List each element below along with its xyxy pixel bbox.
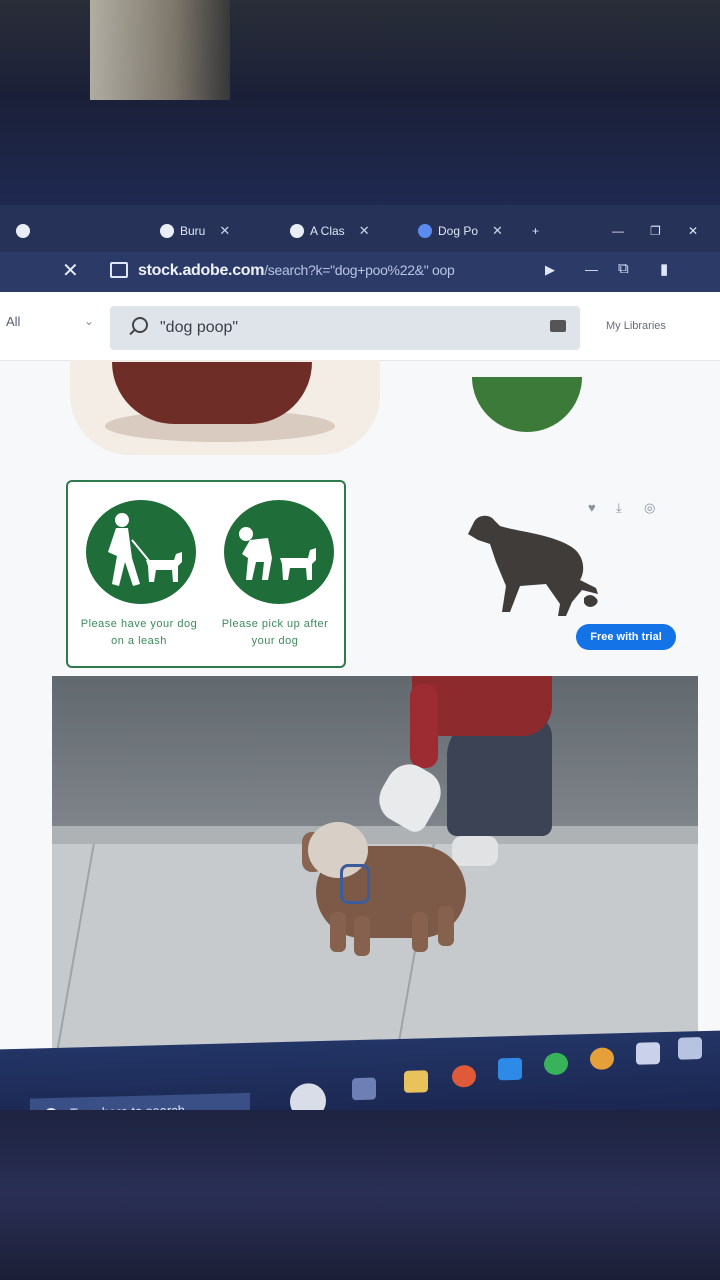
tab-label: A Clas [310, 224, 345, 238]
play-icon[interactable]: ▶ [545, 262, 555, 278]
chrome-icon[interactable] [452, 1064, 476, 1088]
walking-dog-icon [86, 500, 196, 604]
tab-label: Dog Po [438, 224, 479, 238]
result-photo-dog-walker[interactable] [52, 676, 698, 1080]
extensions-icon[interactable]: ▮ [660, 260, 668, 278]
minimize-icon: — [612, 224, 624, 238]
free-with-trial-button[interactable]: Free with trial [576, 624, 676, 650]
plus-icon: + [532, 224, 540, 238]
background-lamp [90, 0, 230, 100]
new-tab-button[interactable]: + [532, 219, 539, 243]
close-icon[interactable]: ✕ [359, 223, 370, 239]
photo-dog-leg [438, 906, 454, 946]
tab-a-clas[interactable]: A Clas ✕ [290, 219, 370, 243]
photo-road [52, 676, 698, 836]
window-close-button[interactable]: ✕ [688, 219, 698, 243]
photo-person-arm [410, 684, 438, 768]
url-host: stock.adobe.com [138, 262, 265, 279]
search-query: "dog poop" [160, 319, 239, 336]
result-image-shape [112, 362, 312, 424]
app-icon[interactable] [636, 1042, 660, 1065]
vscode-icon[interactable] [498, 1057, 522, 1081]
minimize-button[interactable]: — [612, 219, 624, 243]
url-path: /search?k="dog+poo%22&" oop [264, 262, 455, 278]
browser-icon[interactable] [590, 1047, 614, 1070]
tab-search-icon[interactable] [110, 262, 128, 278]
favorites-icon[interactable]: — [585, 262, 598, 277]
similar-icon[interactable]: ◎ [644, 501, 656, 514]
download-icon[interactable]: ⤓ [616, 501, 628, 514]
filter-dropdown[interactable]: All [6, 314, 20, 329]
result-sign-card[interactable]: Please have your dog on a leash Please p… [66, 480, 346, 668]
chevron-down-icon[interactable]: ⌄ [84, 314, 94, 328]
photo-dog-leg [354, 916, 370, 956]
heart-icon[interactable]: ♥ [588, 501, 600, 514]
browser-tabbar: Buru ✕ A Clas ✕ Dog Po ✕ + — ❐ ✕ [0, 205, 720, 255]
tab-label: Buru [180, 224, 206, 238]
background-desk [0, 1110, 720, 1280]
stock-search-page: All ⌄ "dog poop" My Libraries Please hav… [0, 292, 720, 1082]
result-image-partial-right[interactable] [472, 377, 582, 432]
photo-dog-leg [412, 912, 428, 952]
whatsapp-icon[interactable] [544, 1052, 568, 1076]
task-view-icon[interactable] [352, 1077, 376, 1101]
url-field[interactable]: stock.adobe.com/search?k="dog+poo%22&" o… [138, 262, 455, 280]
search-header: All ⌄ "dog poop" My Libraries [0, 292, 720, 361]
tab-favicon [290, 224, 304, 238]
maximize-button[interactable]: ❐ [650, 219, 661, 243]
browser-icon [16, 224, 30, 238]
close-icon: ✕ [688, 224, 699, 238]
app-icon[interactable] [678, 1037, 702, 1060]
tab-new[interactable] [16, 219, 30, 243]
tab-favicon [418, 224, 432, 238]
pick-up-dog-icon [224, 500, 334, 604]
card-actions: ♥ ⤓ ◎ [588, 501, 656, 514]
search-input[interactable]: "dog poop" [110, 306, 580, 350]
photo-dog-leg [330, 912, 346, 952]
file-explorer-icon[interactable] [404, 1070, 428, 1093]
my-libraries-menu[interactable]: My Libraries [606, 320, 666, 332]
camera-icon[interactable] [550, 320, 566, 332]
close-icon[interactable]: ✕ [492, 223, 503, 239]
photo-dog-harness [340, 864, 370, 904]
photo-shoe [452, 836, 498, 866]
tab-dog-poop[interactable]: Dog Po ✕ [418, 219, 503, 243]
sign-caption-leash: Please have your dog on a leash [80, 618, 198, 647]
tab-favicon [160, 224, 174, 238]
photo-curb [52, 826, 698, 846]
close-icon[interactable]: ✕ [219, 223, 230, 239]
dog-pooping-silhouette-image[interactable] [460, 514, 610, 624]
address-bar: ✕ stock.adobe.com/search?k="dog+poo%22&"… [0, 252, 720, 292]
maximize-icon: ❐ [650, 224, 661, 238]
collections-icon[interactable]: ⧉ [618, 260, 629, 277]
sign-caption-pickup: Please pick up after your dog [221, 618, 329, 647]
search-icon [132, 317, 148, 333]
close-icon[interactable]: ✕ [62, 258, 79, 283]
tab-buru[interactable]: Buru ✕ [160, 219, 230, 243]
